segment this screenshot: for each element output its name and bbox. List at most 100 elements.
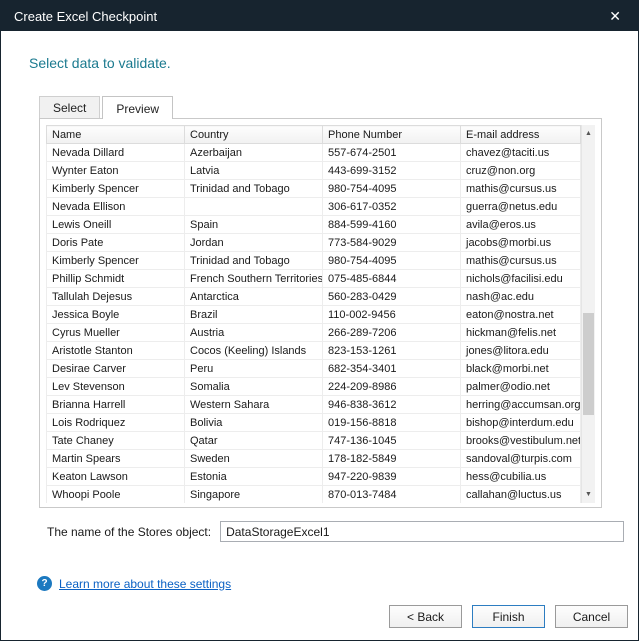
table-row[interactable]: Desirae CarverPeru682-354-3401black@morb… [47,360,581,378]
table-row[interactable]: Nevada Ellison 306-617-0352guerra@netus.e… [47,198,581,216]
table-cell: 747-136-1045 [323,432,461,450]
table-cell: Phillip Schmidt [47,270,185,288]
table-row[interactable]: Martin SpearsSweden178-182-5849sandoval@… [47,450,581,468]
table-cell: Whoopi Poole [47,486,185,504]
tab-preview[interactable]: Preview [102,96,173,119]
table-cell: Brazil [185,306,323,324]
table-cell: Lois Rodriquez [47,414,185,432]
table-row[interactable]: Lois RodriquezBolivia019-156-8818bishop@… [47,414,581,432]
column-header[interactable]: Phone Number [323,126,461,144]
scroll-down-icon[interactable]: ▼ [582,486,595,503]
table-cell: Azerbaijan [185,144,323,162]
table-cell: jacobs@morbi.us [461,234,581,252]
table-cell: 110-002-9456 [323,306,461,324]
learn-more-link[interactable]: Learn more about these settings [59,577,231,591]
data-preview-table: NameCountryPhone NumberE-mail address Ne… [46,125,595,503]
stores-object-label: The name of the Stores object: [47,525,211,539]
table-cell: nash@ac.edu [461,288,581,306]
finish-button[interactable]: Finish [472,605,545,628]
titlebar: Create Excel Checkpoint ✕ [1,1,638,31]
table-row[interactable]: Cyrus MuellerAustria266-289-7206hickman@… [47,324,581,342]
dialog-buttons: < Back Finish Cancel [389,605,628,628]
table-cell: palmer@odio.net [461,378,581,396]
table-cell: Nevada Ellison [47,198,185,216]
table-cell: 682-354-3401 [323,360,461,378]
tab-select[interactable]: Select [39,96,100,118]
cancel-button[interactable]: Cancel [555,605,628,628]
table-cell: Trinidad and Tobago [185,252,323,270]
table-cell: nichols@facilisi.edu [461,270,581,288]
table-cell: 075-485-6844 [323,270,461,288]
table-cell: Peru [185,360,323,378]
table-cell: 178-182-5849 [323,450,461,468]
table-cell: Tate Chaney [47,432,185,450]
table-cell: Trinidad and Tobago [185,180,323,198]
table-cell: Lev Stevenson [47,378,185,396]
table-cell: Kimberly Spencer [47,252,185,270]
table-cell: bishop@interdum.edu [461,414,581,432]
table-row[interactable]: Doris PateJordan773-584-9029jacobs@morbi… [47,234,581,252]
table-cell: Jessica Boyle [47,306,185,324]
table-cell: cruz@non.org [461,162,581,180]
vertical-scrollbar[interactable]: ▲ ▼ [581,125,595,503]
table-cell: 557-674-2501 [323,144,461,162]
table-cell: Tallulah Dejesus [47,288,185,306]
table-cell: guerra@netus.edu [461,198,581,216]
preview-tab-panel: NameCountryPhone NumberE-mail address Ne… [39,118,602,508]
table-cell: 560-283-0429 [323,288,461,306]
table-cell: 266-289-7206 [323,324,461,342]
table-row[interactable]: Phillip SchmidtFrench Southern Territori… [47,270,581,288]
close-icon[interactable]: ✕ [605,6,625,27]
help-icon[interactable]: ? [37,576,52,591]
back-button[interactable]: < Back [389,605,462,628]
table-cell: hickman@felis.net [461,324,581,342]
table-cell: Austria [185,324,323,342]
table-cell: Jordan [185,234,323,252]
help-row: ? Learn more about these settings [37,576,638,591]
table-cell: Antarctica [185,288,323,306]
table-cell: mathis@cursus.us [461,180,581,198]
table-cell: herring@accumsan.org [461,396,581,414]
table-row[interactable]: Wynter EatonLatvia443-699-3152cruz@non.o… [47,162,581,180]
window-title: Create Excel Checkpoint [14,9,157,24]
table-cell: Sweden [185,450,323,468]
table-cell: Cyrus Mueller [47,324,185,342]
table-row[interactable]: Lewis OneillSpain884-599-4160avila@eros.… [47,216,581,234]
scroll-up-icon[interactable]: ▲ [582,125,595,142]
scrollbar-thumb[interactable] [583,313,594,415]
table-row[interactable]: Kimberly SpencerTrinidad and Tobago980-7… [47,252,581,270]
table-cell: 306-617-0352 [323,198,461,216]
table-cell: Bolivia [185,414,323,432]
stores-object-input[interactable] [220,521,624,542]
table-cell: Nevada Dillard [47,144,185,162]
table-row[interactable]: Whoopi PooleSingapore870-013-7484callaha… [47,486,581,504]
column-header[interactable]: Name [47,126,185,144]
table-cell: eaton@nostra.net [461,306,581,324]
table-cell: 884-599-4160 [323,216,461,234]
table-cell: hess@cubilia.us [461,468,581,486]
table-cell: Martin Spears [47,450,185,468]
column-header[interactable]: E-mail address [461,126,581,144]
table-cell: Brianna Harrell [47,396,185,414]
column-header[interactable]: Country [185,126,323,144]
table-cell: mathis@cursus.us [461,252,581,270]
table-row[interactable]: Brianna HarrellWestern Sahara946-838-361… [47,396,581,414]
table-cell: Qatar [185,432,323,450]
table-row[interactable]: Lev StevensonSomalia224-209-8986palmer@o… [47,378,581,396]
table-row[interactable]: Jessica BoyleBrazil110-002-9456eaton@nos… [47,306,581,324]
table-cell: 947-220-9839 [323,468,461,486]
table-row[interactable]: Tallulah DejesusAntarctica560-283-0429na… [47,288,581,306]
table-row[interactable]: Tate ChaneyQatar747-136-1045brooks@vesti… [47,432,581,450]
table-row[interactable]: Kimberly SpencerTrinidad and Tobago980-7… [47,180,581,198]
table-cell: Lewis Oneill [47,216,185,234]
table-row[interactable]: Aristotle StantonCocos (Keeling) Islands… [47,342,581,360]
table-row[interactable]: Keaton LawsonEstonia947-220-9839hess@cub… [47,468,581,486]
table-cell: 773-584-9029 [323,234,461,252]
table-cell: 870-013-7484 [323,486,461,504]
tab-strip: SelectPreview [39,96,638,118]
table-cell: 224-209-8986 [323,378,461,396]
table-cell: 443-699-3152 [323,162,461,180]
stores-object-row: The name of the Stores object: [47,521,624,542]
table-row[interactable]: Nevada DillardAzerbaijan557-674-2501chav… [47,144,581,162]
table-cell: Somalia [185,378,323,396]
